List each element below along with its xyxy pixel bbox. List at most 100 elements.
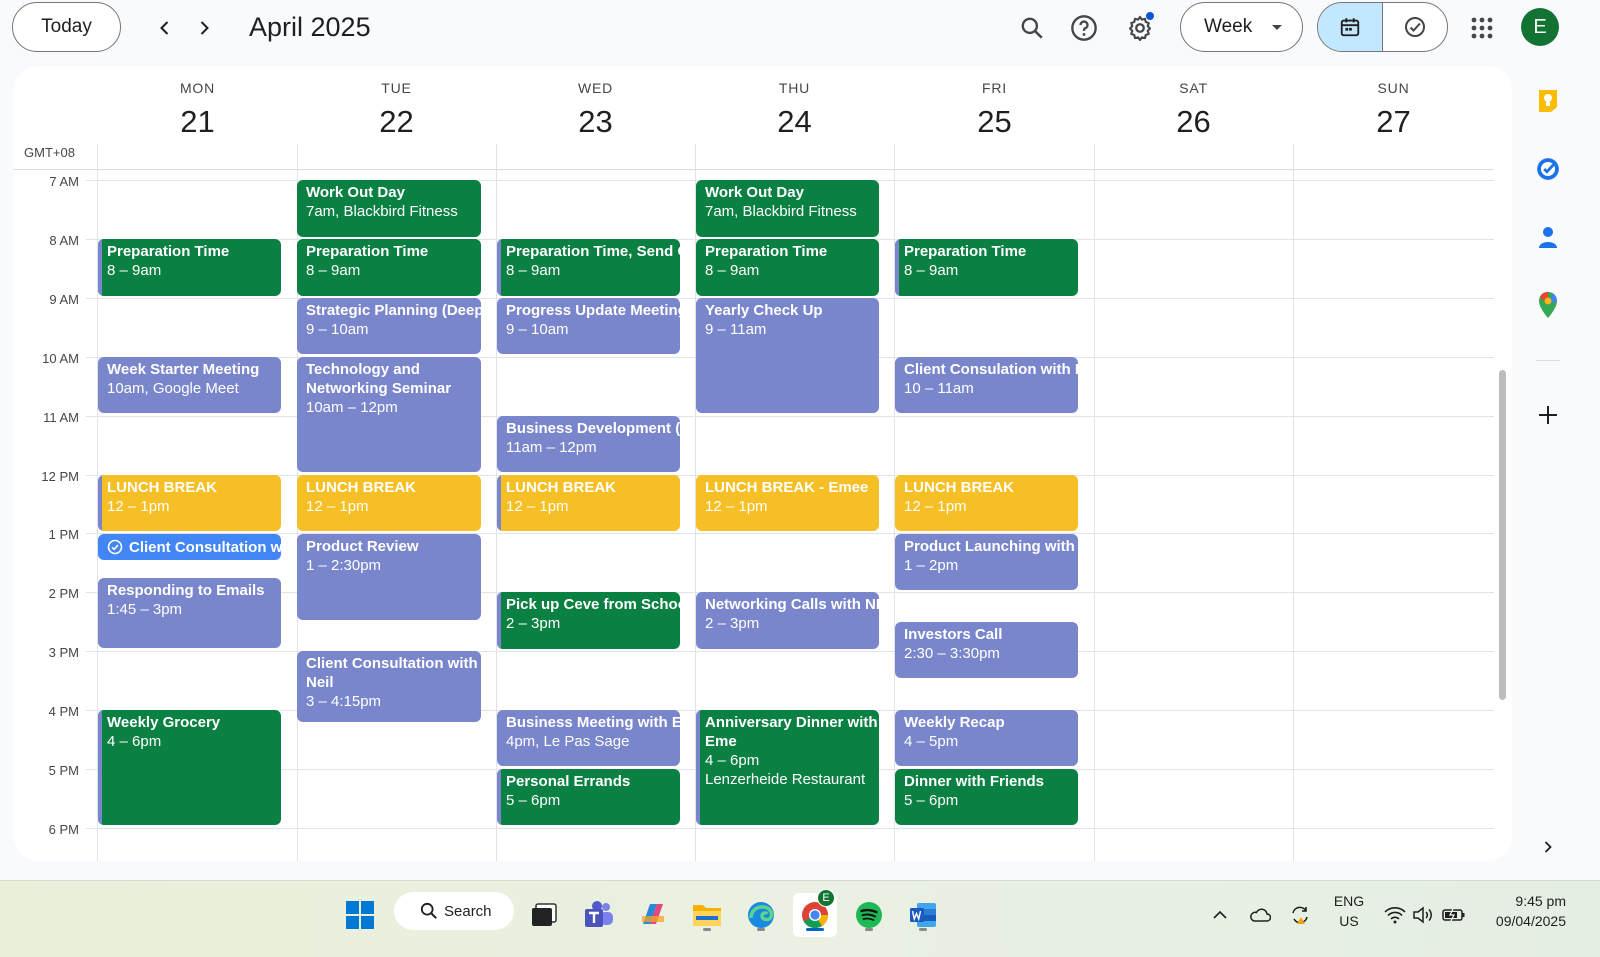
event-time: 12 – 1pm <box>107 498 170 515</box>
previous-week-button[interactable] <box>147 10 183 46</box>
tasks-view-button[interactable] <box>1383 3 1447 51</box>
edge-button[interactable] <box>739 893 783 937</box>
calendar-event[interactable]: Preparation Time 8 – 9am <box>696 239 879 296</box>
caret-down-icon <box>1272 24 1283 30</box>
day-number[interactable]: 24 <box>695 104 894 140</box>
help-button[interactable] <box>1064 8 1104 48</box>
calendar-event[interactable]: Weekly Grocery 4 – 6pm <box>98 710 281 825</box>
today-button[interactable]: Today <box>12 2 121 52</box>
file-explorer-button[interactable] <box>685 893 729 937</box>
day-number[interactable]: 26 <box>1094 104 1293 140</box>
calendar-event[interactable]: LUNCH BREAK 12 – 1pm <box>497 475 680 531</box>
event-time: 1 – 2:30pm <box>306 557 382 574</box>
onedrive-button[interactable] <box>1240 893 1280 937</box>
keep-button[interactable] <box>1533 86 1563 116</box>
settings-button[interactable] <box>1120 8 1160 48</box>
calendar-event[interactable]: Work Out Day 7am, Blackbird Fitness <box>297 180 481 237</box>
event-title: Business Development (Deep Work) <box>506 420 680 437</box>
day-number[interactable]: 23 <box>496 104 695 140</box>
calendar-event[interactable]: Client Consulation with Bea 10 – 11am <box>895 357 1078 413</box>
calendar-event[interactable]: LUNCH BREAK 12 – 1pm <box>895 475 1078 531</box>
event-title: Client Consulation with Bea <box>904 361 1078 378</box>
event-title: Preparation Time <box>904 243 1027 260</box>
account-avatar[interactable]: E <box>1521 8 1559 46</box>
calendar-task[interactable]: Client Consultation with Lina <box>98 534 281 560</box>
vertical-scrollbar[interactable] <box>1499 370 1506 700</box>
calendar-event[interactable]: Business Meeting with Emee 4pm, Le Pas S… <box>497 710 680 766</box>
copilot-button[interactable] <box>631 893 675 937</box>
clock[interactable]: 9:45 pm 09/04/2025 <box>1476 891 1566 931</box>
calendar-event[interactable]: Investors Call 2:30 – 3:30pm <box>895 622 1078 678</box>
contacts-button[interactable] <box>1533 222 1563 252</box>
event-time: 7am, Blackbird Fitness <box>705 203 857 220</box>
task-check-icon <box>107 539 123 555</box>
calendar-event[interactable]: Responding to Emails 1:45 – 3pm <box>98 578 281 648</box>
day-number[interactable]: 22 <box>297 104 496 140</box>
quick-settings-button[interactable] <box>1380 893 1470 937</box>
event-title: Pick up Ceve from School <box>506 596 680 613</box>
view-selector[interactable]: Week <box>1180 2 1303 52</box>
sync-status-button[interactable] <box>1280 893 1320 937</box>
event-time: 8 – 9am <box>306 262 361 279</box>
calendar-event[interactable]: Personal Errands 5 – 6pm <box>497 769 680 825</box>
word-button[interactable] <box>901 893 945 937</box>
calendar-event[interactable]: Pick up Ceve from School 2 – 3pm <box>497 592 680 649</box>
calendar-event[interactable]: Work Out Day 7am, Blackbird Fitness <box>696 180 879 237</box>
calendar-event[interactable]: Anniversary Dinner with Eme 4 – 6pm Lenz… <box>696 710 879 825</box>
calendar-event[interactable]: Preparation Time 8 – 9am <box>98 239 281 296</box>
volume-icon <box>1413 906 1432 924</box>
chrome-profile-badge: E <box>817 889 835 907</box>
next-week-button[interactable] <box>186 10 222 46</box>
show-hidden-icons-button[interactable] <box>1200 893 1240 937</box>
day-number[interactable]: 27 <box>1294 104 1493 140</box>
clock-time: 9:45 pm <box>1515 893 1566 909</box>
calendar-event[interactable]: Weekly Recap 4 – 5pm <box>895 710 1078 766</box>
plus-icon <box>1539 406 1557 424</box>
running-indicator <box>865 928 873 931</box>
taskbar-search[interactable]: Search <box>394 892 514 930</box>
calendar-event[interactable]: Strategic Planning (Deep Work) 9 – 10am <box>297 298 481 354</box>
start-button[interactable] <box>338 893 382 937</box>
calendar-event[interactable]: LUNCH BREAK 12 – 1pm <box>98 475 281 531</box>
view-selector-label: Week <box>1204 16 1253 37</box>
input-language-indicator[interactable]: ENG US <box>1328 891 1370 931</box>
calendar-event[interactable]: LUNCH BREAK - Emee 12 – 1pm <box>696 475 879 531</box>
calendar-event[interactable]: LUNCH BREAK 12 – 1pm <box>297 475 481 531</box>
calendar-event[interactable]: Product Review 1 – 2:30pm <box>297 534 481 620</box>
get-addons-button[interactable] <box>1533 400 1563 430</box>
teams-button[interactable] <box>577 893 621 937</box>
rail-divider <box>1536 360 1560 361</box>
tasks-button[interactable] <box>1533 154 1563 184</box>
day-number[interactable]: 25 <box>895 104 1094 140</box>
calendar-event[interactable]: Client Consultation with Neil 3 – 4:15pm <box>297 651 481 722</box>
calendar-event[interactable]: Networking Calls with NBA 2 – 3pm <box>696 592 879 649</box>
day-number[interactable]: 21 <box>98 104 297 140</box>
event-time: 8 – 9am <box>107 262 162 279</box>
notification-dot <box>1146 12 1154 20</box>
calendar-event[interactable]: Week Starter Meeting 10am, Google Meet <box>98 357 281 413</box>
calendar-event[interactable]: Preparation Time 8 – 9am <box>297 239 481 296</box>
calendar-event[interactable]: Dinner with Friends 5 – 6pm <box>895 769 1078 825</box>
calendar-event[interactable]: Preparation Time, Send Client Update 8 –… <box>497 239 680 296</box>
calendar-event[interactable]: Technology and Networking Seminar 10am –… <box>297 357 481 472</box>
calendar-event[interactable]: Progress Update Meeting 9 – 10am <box>497 298 680 354</box>
chevron-left-icon <box>160 21 169 35</box>
chrome-button[interactable]: E <box>793 889 837 937</box>
hour-line <box>86 533 1494 534</box>
apps-button[interactable] <box>1462 8 1502 48</box>
event-title: Weekly Grocery <box>107 714 221 731</box>
search-button[interactable] <box>1012 8 1052 48</box>
maps-icon <box>1539 292 1557 318</box>
spotify-button[interactable] <box>847 893 891 937</box>
calendar-view-button[interactable] <box>1318 3 1383 51</box>
expand-side-panel-button[interactable] <box>1533 832 1563 862</box>
keyboard-layout: US <box>1339 913 1359 929</box>
calendar-event[interactable]: Business Development (Deep Work) 11am – … <box>497 416 680 472</box>
calendar-event[interactable]: Yearly Check Up 9 – 11am <box>696 298 879 413</box>
running-indicator <box>919 928 927 931</box>
windows-taskbar: Search E ENG US 9:45 pm 09/04/2025 <box>0 880 1600 957</box>
calendar-event[interactable]: Preparation Time 8 – 9am <box>895 239 1078 296</box>
calendar-event[interactable]: Product Launching with Emee 1 – 2pm <box>895 534 1078 590</box>
maps-button[interactable] <box>1533 290 1563 320</box>
task-view-button[interactable] <box>522 893 566 937</box>
